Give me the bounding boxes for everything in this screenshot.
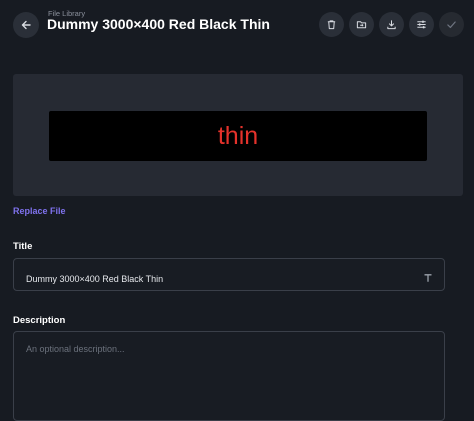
description-textarea[interactable] (24, 342, 408, 406)
page-title: Dummy 3000×400 Red Black Thin (47, 16, 270, 32)
description-field-wrapper (13, 331, 445, 421)
replace-file-link[interactable]: Replace File (13, 206, 66, 216)
trash-icon (327, 20, 336, 30)
preview-image: thin (49, 111, 427, 161)
sliders-icon (417, 20, 426, 29)
header-actions (319, 12, 464, 37)
adjust-button[interactable] (409, 12, 434, 37)
save-button[interactable] (439, 12, 464, 37)
title-label: Title (13, 241, 33, 252)
move-to-folder-button[interactable] (349, 12, 374, 37)
preview-image-text: thin (217, 121, 259, 150)
delete-button[interactable] (319, 12, 344, 37)
header: File Library Dummy 3000×400 Red Black Th… (0, 0, 474, 50)
arrow-left-icon (21, 20, 31, 30)
folder-move-icon (356, 21, 367, 29)
title-input[interactable] (24, 273, 408, 285)
text-type-icon (423, 270, 433, 288)
check-icon (447, 21, 456, 29)
download-icon (387, 20, 396, 30)
description-label: Description (13, 315, 66, 326)
file-preview: thin (13, 74, 463, 196)
download-button[interactable] (379, 12, 404, 37)
back-button[interactable] (13, 12, 39, 38)
title-field-wrapper (13, 258, 445, 291)
